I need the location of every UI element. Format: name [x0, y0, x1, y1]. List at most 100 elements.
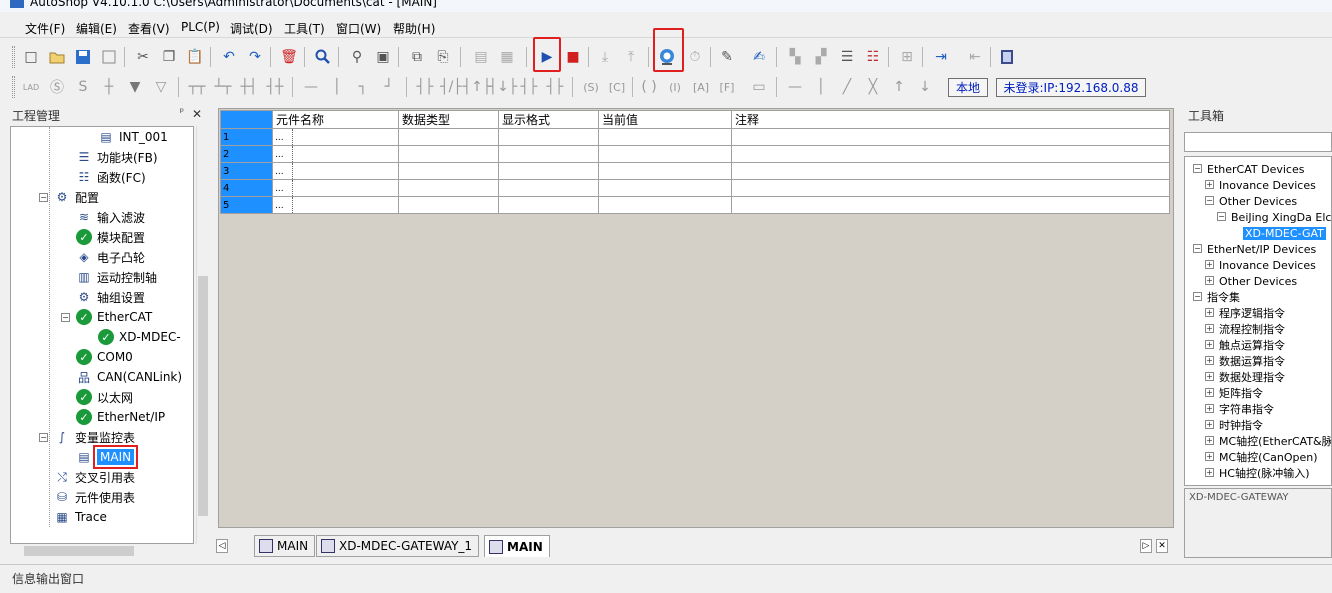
tree-expander-icon[interactable]: +: [1205, 420, 1214, 429]
tree-expander-icon[interactable]: +: [1205, 388, 1214, 397]
branch-3-icon[interactable]: ┼┤: [238, 76, 260, 98]
save-all-icon[interactable]: [98, 46, 120, 68]
table-cell[interactable]: [731, 145, 1170, 163]
project-vscrollbar[interactable]: [196, 126, 208, 544]
counter-icon[interactable]: [C]: [606, 76, 628, 98]
toolbar-grip[interactable]: [12, 46, 15, 68]
tree-item[interactable]: ✓ 以太网: [75, 387, 133, 407]
branch-4-icon[interactable]: ┤┼: [264, 76, 286, 98]
tree-item[interactable]: ⚙ 轴组设置: [75, 287, 145, 307]
branch-2-icon[interactable]: ┴┬: [212, 76, 234, 98]
insert-row-icon[interactable]: ☰: [836, 46, 858, 68]
tab-close-icon[interactable]: ✕: [1156, 539, 1168, 553]
function-f-icon[interactable]: [F]: [716, 76, 738, 98]
table-cell[interactable]: [498, 162, 599, 180]
cross-icon[interactable]: ┼: [98, 76, 120, 98]
tree-expander-icon[interactable]: +: [1205, 308, 1214, 317]
contact-n-icon[interactable]: ┤↓├: [489, 76, 518, 98]
force-off-icon[interactable]: ▞: [810, 46, 832, 68]
table-cell[interactable]: [398, 179, 499, 197]
column-header[interactable]: 当前值: [598, 110, 732, 129]
cell-browse-button[interactable]: ...: [273, 197, 293, 213]
line-h-icon[interactable]: —: [784, 76, 806, 98]
table-cell[interactable]: [598, 145, 732, 163]
tree-item[interactable]: ≋ 输入滤波: [75, 207, 145, 227]
ladder-mode-icon[interactable]: LAD: [20, 76, 42, 98]
delete-icon[interactable]: 🗑: [278, 46, 300, 68]
cell-browse-button[interactable]: ...: [273, 129, 293, 145]
toolbox-item[interactable]: Inovance Devices: [1219, 177, 1316, 193]
cell-browse-button[interactable]: ...: [273, 146, 293, 162]
arrow-down-icon[interactable]: ▼: [124, 76, 146, 98]
tree-expander-icon[interactable]: −: [39, 433, 48, 442]
tree-expander-icon[interactable]: −: [1217, 212, 1226, 221]
contact-nc-icon[interactable]: ┤/├: [440, 76, 462, 98]
toolbox-item[interactable]: 程序逻辑指令: [1219, 305, 1285, 321]
hline-icon[interactable]: —: [300, 76, 322, 98]
cell-browse-button[interactable]: ...: [273, 180, 293, 196]
pin-icon[interactable]: ᵖ: [180, 107, 184, 118]
menu-plc[interactable]: PLC(P): [181, 20, 220, 34]
st-icon[interactable]: S: [72, 76, 94, 98]
corner-icon[interactable]: ┐: [352, 76, 374, 98]
copy-icon[interactable]: ❐: [158, 46, 180, 68]
tab-scroll-left-icon[interactable]: ◁: [216, 539, 228, 553]
tree-item[interactable]: ◈ 电子凸轮: [75, 247, 145, 267]
tree-expander-icon[interactable]: +: [1205, 340, 1214, 349]
tree-item[interactable]: ▤ INT_001: [97, 127, 167, 147]
compile-icon[interactable]: ▤: [470, 46, 492, 68]
tree-expander-icon[interactable]: +: [1205, 404, 1214, 413]
toolbox-item[interactable]: XD-MDEC-GAT: [1243, 225, 1326, 241]
upload-icon[interactable]: ⤒: [620, 46, 642, 68]
menu-file[interactable]: 文件(F): [25, 20, 65, 37]
table-cell[interactable]: [731, 196, 1170, 214]
table-cell[interactable]: [598, 128, 732, 146]
row-number[interactable]: 4: [220, 179, 273, 197]
table-cell[interactable]: [498, 128, 599, 146]
table-cell[interactable]: [498, 196, 599, 214]
tab-main-2[interactable]: MAIN: [484, 535, 550, 557]
toolbox-item[interactable]: 数据运算指令: [1219, 353, 1285, 369]
tree-expander-icon[interactable]: −: [1193, 292, 1202, 301]
row-number[interactable]: 2: [220, 145, 273, 163]
table-cell[interactable]: ...: [272, 179, 399, 197]
scroll-thumb-h[interactable]: [24, 546, 134, 556]
contact-5-icon[interactable]: ┤├: [544, 76, 566, 98]
force-on-icon[interactable]: ▚: [784, 46, 806, 68]
contact-no-icon[interactable]: ┤├: [414, 76, 436, 98]
table-cell[interactable]: [498, 179, 599, 197]
tree-expander-icon[interactable]: −: [1193, 244, 1202, 253]
table-cell[interactable]: [598, 162, 732, 180]
table-cell[interactable]: [398, 128, 499, 146]
cell-browse-button[interactable]: ...: [273, 163, 293, 179]
tree-item[interactable]: ⛁ 元件使用表: [53, 487, 135, 507]
menu-help[interactable]: 帮助(H): [393, 20, 435, 37]
download-icon[interactable]: ⤓: [594, 46, 616, 68]
slash-icon[interactable]: ╱: [836, 76, 858, 98]
x-icon[interactable]: ╳: [862, 76, 884, 98]
corner-2-icon[interactable]: ┘: [378, 76, 400, 98]
tree-expander-icon[interactable]: +: [1205, 180, 1214, 189]
tree-item[interactable]: ▤ MAIN: [75, 445, 139, 469]
menu-view[interactable]: 查看(V): [128, 20, 170, 37]
toolbar-grip-2[interactable]: [12, 76, 15, 98]
search-icon[interactable]: [312, 46, 334, 68]
tree-expander-icon[interactable]: +: [1205, 324, 1214, 333]
table-cell[interactable]: [598, 179, 732, 197]
paste-icon[interactable]: 📋: [184, 46, 206, 68]
tree-item[interactable]: ✓ EtherNet/IP: [75, 407, 165, 427]
undo-icon[interactable]: ↶: [218, 46, 240, 68]
table-cell[interactable]: [398, 162, 499, 180]
table-cell[interactable]: [731, 179, 1170, 197]
branch-icon[interactable]: ┬┬: [186, 76, 208, 98]
column-header[interactable]: 数据类型: [398, 110, 499, 129]
table-cell[interactable]: ...: [272, 128, 399, 146]
table-corner[interactable]: [220, 110, 273, 129]
tab-scroll-right-icon[interactable]: ▷: [1140, 539, 1152, 553]
tree-expander-icon[interactable]: −: [1193, 164, 1202, 173]
new-file-icon[interactable]: □: [20, 46, 42, 68]
toolbox-item[interactable]: MC轴控(EtherCAT&脉: [1219, 433, 1331, 449]
contact-4-icon[interactable]: ┤├: [518, 76, 540, 98]
tree-item[interactable]: ☷ 函数(FC): [75, 167, 146, 187]
toolbox-item[interactable]: 矩阵指令: [1219, 385, 1263, 401]
